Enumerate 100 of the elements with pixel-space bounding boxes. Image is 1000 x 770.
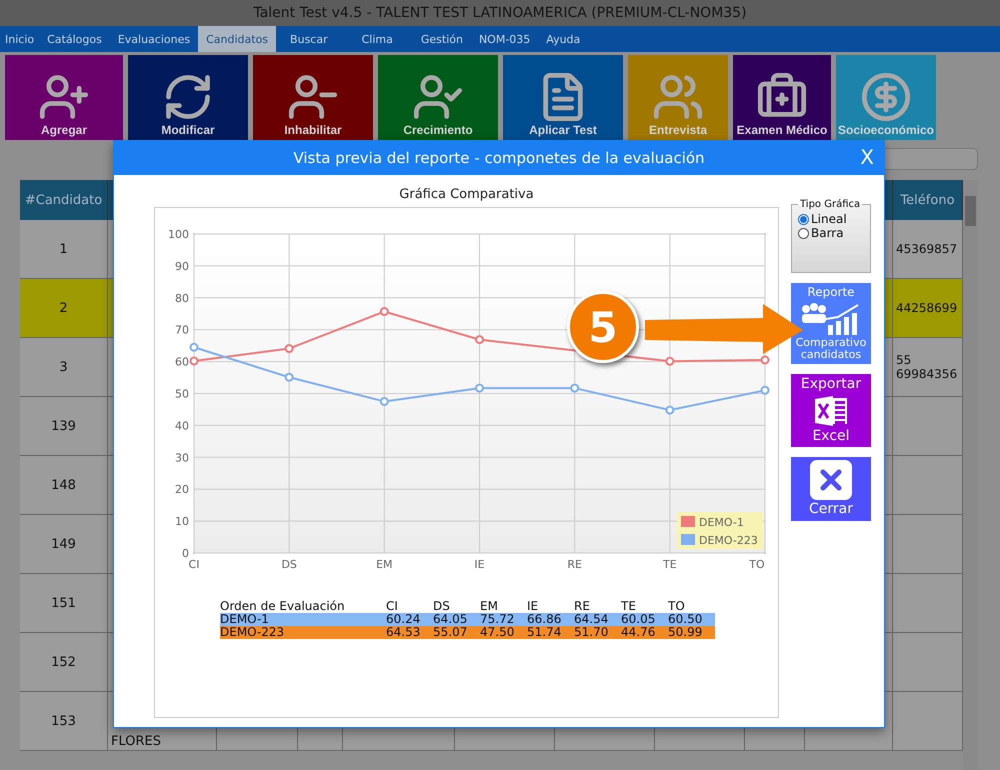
table-cell: 64.05 <box>433 613 480 626</box>
table-cell <box>893 692 963 751</box>
radio-option[interactable]: Lineal <box>798 212 864 226</box>
menu-tab[interactable]: NOM-035 <box>470 26 538 52</box>
data-point <box>665 356 674 366</box>
axis-label: TE <box>663 558 677 570</box>
axis-label: 100 <box>168 228 189 241</box>
table-cell: 44258699 <box>893 279 963 338</box>
toolbar-tile[interactable]: Modificar <box>128 55 248 140</box>
menu-tab[interactable]: Catálogos <box>39 26 110 52</box>
close-button[interactable]: X <box>858 145 876 169</box>
table-cell: 66.86 <box>527 613 574 626</box>
close-icon <box>810 460 852 500</box>
axis-label: RE <box>567 558 582 570</box>
table-cell: 64.54 <box>574 613 621 626</box>
table-cell: DEMO-223 <box>220 626 386 639</box>
radio-button[interactable] <box>798 228 809 238</box>
data-point <box>284 344 294 354</box>
table-header: RE <box>574 600 591 613</box>
axis-label: 10 <box>175 515 189 528</box>
table-cell: 139 <box>20 397 108 456</box>
spreadsheet-icon <box>813 394 849 427</box>
chart-title: Gráfica Comparativa <box>399 187 534 204</box>
axis-label: 20 <box>175 483 189 496</box>
data-point <box>380 396 389 406</box>
menu-tab[interactable]: Buscar <box>276 26 342 52</box>
table-header: TE <box>621 600 637 613</box>
radio-option[interactable]: Barra <box>798 226 864 240</box>
toolbar-tile[interactable]: Inhabilitar <box>253 55 373 140</box>
toolbar-tile[interactable]: Examen Médico <box>733 55 831 140</box>
axis-label: 40 <box>175 419 189 432</box>
data-point <box>190 342 198 352</box>
data-point <box>475 384 484 393</box>
table-cell: 45369857 <box>893 220 963 279</box>
axis-label: 0 <box>182 547 189 560</box>
dialog-title: Vista previa del reporte - componetes de la evaluación <box>293 149 705 167</box>
table-cell: 55.07 <box>433 626 480 639</box>
table-header: TO <box>668 600 686 613</box>
axis-label: 50 <box>175 388 189 400</box>
export-button[interactable]: Exportar Excel <box>791 374 871 448</box>
table-cell: 50.99 <box>668 626 715 639</box>
table-cell: 51.74 <box>527 626 574 639</box>
table-cell: 44.76 <box>621 626 668 639</box>
menu-tab[interactable]: Inicio <box>0 26 40 52</box>
axis-label: CI <box>188 558 200 570</box>
table-header: DS <box>433 600 451 613</box>
table-cell: 75.72 <box>480 613 527 626</box>
data-point <box>380 307 389 316</box>
table-header: IE <box>527 600 540 613</box>
table-cell: 47.50 <box>480 626 527 639</box>
data-point <box>570 384 580 393</box>
table-cell: 51.70 <box>574 626 621 639</box>
scroll-bar[interactable] <box>963 180 978 770</box>
toolbar-tile[interactable]: Crecimiento <box>378 55 498 140</box>
table-header: EM <box>480 600 499 613</box>
legend-label: DEMO-1 <box>699 516 744 529</box>
table-cell: 151 <box>20 574 108 633</box>
data-point <box>665 406 674 415</box>
table-cell: 148 <box>20 456 108 515</box>
legend-label: DEMO-223 <box>699 534 758 547</box>
table-cell: 60.50 <box>668 613 715 626</box>
toolbar-tile[interactable]: Entrevista <box>628 55 728 140</box>
table-cell: DEMO-1 <box>220 613 386 626</box>
table-cell: 2 <box>20 279 108 338</box>
menu-tab[interactable]: Gestión <box>412 26 471 52</box>
axis-label: 70 <box>175 324 189 337</box>
toolbar-tile[interactable]: Aplicar Test <box>503 55 623 140</box>
table-cell: 3 <box>20 338 108 397</box>
toolbar-tile[interactable]: Agregar <box>5 55 123 140</box>
column-header: #Candidato <box>20 180 108 220</box>
table-cell: 64.53 <box>386 626 433 639</box>
menu-tab[interactable]: Evaluaciones <box>110 26 198 52</box>
close-button[interactable]: Cerrar <box>791 457 871 521</box>
table-header: CI <box>386 600 399 613</box>
table-cell: 55 69984356 <box>893 338 963 397</box>
table-cell: 152 <box>20 633 108 692</box>
dollar-icon <box>860 71 912 123</box>
radio-button[interactable] <box>798 214 809 224</box>
axis-label: DS <box>281 558 297 570</box>
toolbar-tile[interactable]: Socioeconómico <box>836 55 936 140</box>
table-header: Orden de Evaluación <box>220 600 346 613</box>
column-header: Teléfono <box>893 180 963 220</box>
data-point <box>760 356 770 364</box>
axis-label: 30 <box>175 451 189 464</box>
menu-tab[interactable]: Ayuda <box>538 26 588 52</box>
data-point <box>475 335 484 344</box>
report-button[interactable]: Reporte Comparativo candidatos <box>791 283 871 364</box>
menu-tab[interactable]: Clima <box>342 26 413 52</box>
axis-label: EM <box>376 558 393 570</box>
menu-tab[interactable]: Candidatos <box>198 26 276 52</box>
table-cell: 1 <box>20 220 108 279</box>
table-cell: 153 <box>20 692 108 751</box>
axis-label: TO <box>749 558 765 570</box>
data-point <box>760 386 770 395</box>
window-title: Talent Test v4.5 - TALENT TEST LATINOAMERICA (PREMIUM-CL-NOM35) <box>253 5 747 21</box>
axis-label: 60 <box>175 356 189 369</box>
data-point <box>284 372 294 382</box>
table-cell: 149 <box>20 515 108 574</box>
group-label: Tipo Gráfica <box>799 199 862 210</box>
axis-label: 80 <box>175 292 189 305</box>
